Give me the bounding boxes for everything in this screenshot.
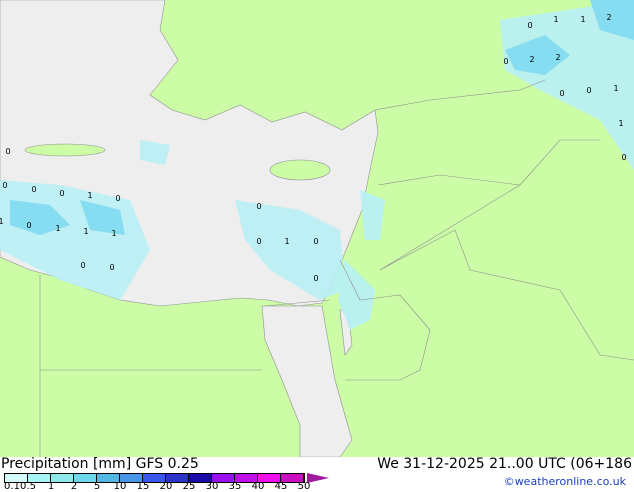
precip-value-label: 0 bbox=[5, 147, 10, 156]
precip-value-label: 1 bbox=[55, 224, 60, 233]
precip-value-label: 0 bbox=[2, 181, 7, 190]
precip-value-label: 1 bbox=[553, 15, 558, 24]
precip-value-label: 0 bbox=[527, 21, 532, 30]
legend-tick: 2 bbox=[70, 481, 78, 492]
legend-tick: 20 bbox=[159, 481, 173, 492]
legend-tick: 0.5 bbox=[20, 481, 36, 492]
precip-value-label: 0 bbox=[26, 221, 31, 230]
precip-value-label: 1 bbox=[613, 84, 618, 93]
precip-value-label: 0 bbox=[80, 261, 85, 270]
precip-value-label: 1 bbox=[83, 227, 88, 236]
cyprus bbox=[269, 159, 331, 181]
precip-value-label: 2 bbox=[555, 53, 560, 62]
map-title: Precipitation [mm] GFS 0.25 bbox=[1, 456, 199, 472]
precip-value-label: 0 bbox=[621, 153, 626, 162]
precipitation-map: 0 1 1 2 0 2 2 0 0 1 1 0 0 0 0 0 1 0 1 0 1 1 1 0 0 0 0 1 0 0 bbox=[0, 0, 634, 457]
precip-value-label: 0 bbox=[256, 237, 261, 246]
legend-tick: 50 bbox=[297, 481, 311, 492]
legend-tick: 0.1 bbox=[4, 481, 20, 492]
legend-tick: 35 bbox=[228, 481, 242, 492]
legend-tick: 5 bbox=[93, 481, 101, 492]
precip-value-label: 2 bbox=[529, 55, 534, 64]
valid-time: We 31-12-2025 21..00 UTC (06+186 bbox=[377, 456, 632, 472]
legend-tick: 1 bbox=[47, 481, 55, 492]
precip-value-label: 0 bbox=[586, 86, 591, 95]
precip-value-label: 1 bbox=[111, 229, 116, 238]
precip-value-label: 0 bbox=[503, 57, 508, 66]
legend-tick: 10 bbox=[113, 481, 127, 492]
precip-value-label: 2 bbox=[606, 13, 611, 22]
precip-value-label: 1 bbox=[87, 191, 92, 200]
precip-value-label: 1 bbox=[618, 119, 623, 128]
precip-value-label: 1 bbox=[284, 237, 289, 246]
legend-tick: 40 bbox=[251, 481, 265, 492]
legend-tick: 15 bbox=[136, 481, 150, 492]
precip-value-label: 0 bbox=[59, 189, 64, 198]
precip-value-label: 0 bbox=[109, 263, 114, 272]
precip-value-label: 0 bbox=[559, 89, 564, 98]
credit-link[interactable]: ©weatheronline.co.uk bbox=[504, 475, 626, 488]
precip-value-label: 0 bbox=[31, 185, 36, 194]
legend-tick: 25 bbox=[182, 481, 196, 492]
legend-tick: 30 bbox=[205, 481, 219, 492]
precip-value-label: 1 bbox=[0, 217, 4, 226]
precip-value-label: 0 bbox=[256, 202, 261, 211]
precip-value-label: 0 bbox=[313, 237, 318, 246]
crete bbox=[24, 143, 106, 157]
legend-tick: 45 bbox=[274, 481, 288, 492]
precip-value-label: 0 bbox=[313, 274, 318, 283]
precip-value-label: 0 bbox=[115, 194, 120, 203]
precip-value-label: 1 bbox=[580, 15, 585, 24]
